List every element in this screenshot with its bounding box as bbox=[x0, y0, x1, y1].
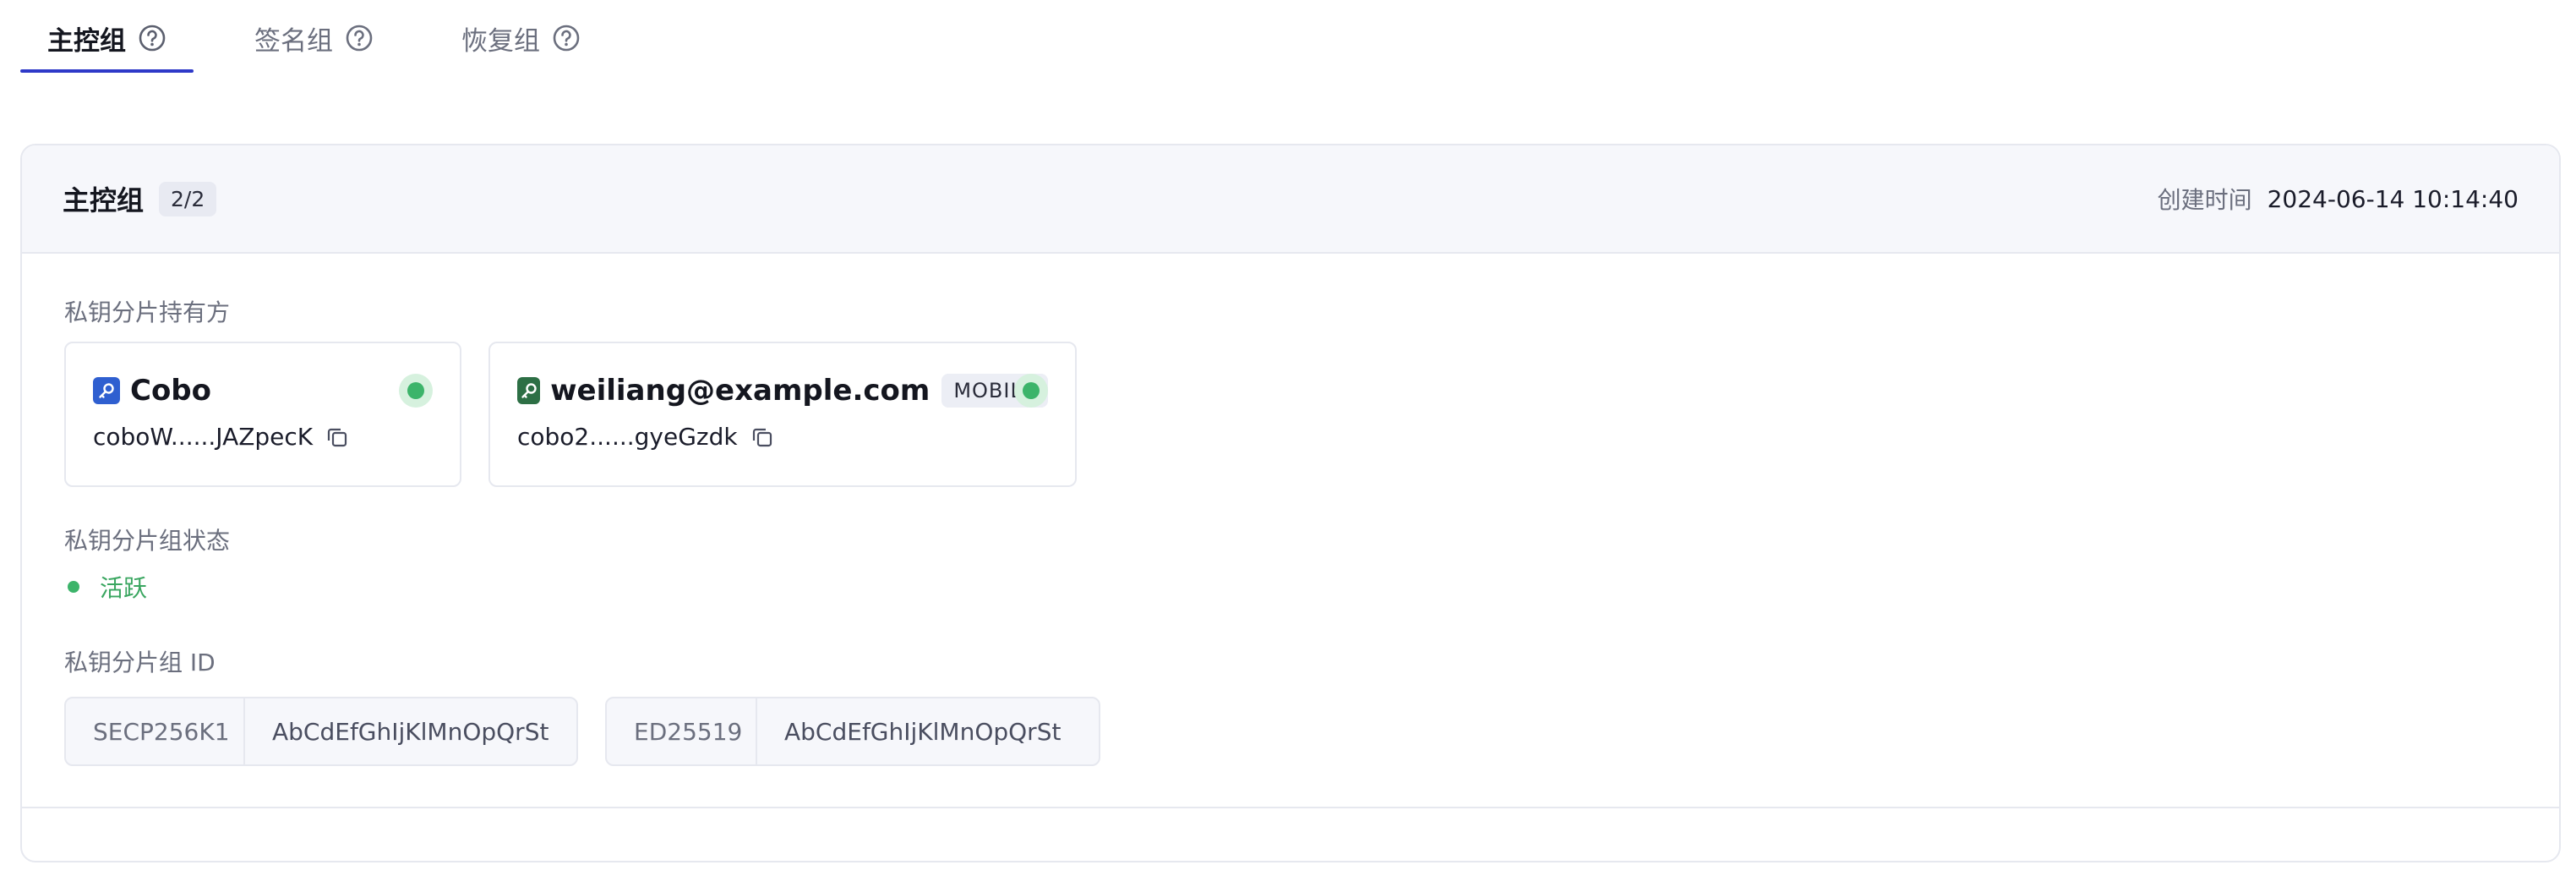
copy-icon[interactable] bbox=[750, 424, 775, 450]
state-value: 活跃 bbox=[64, 570, 147, 604]
group-tabs: 主控组 签名组 恢复组 bbox=[20, 0, 608, 76]
holder-card: Cobo coboW......JAZpecK bbox=[64, 342, 461, 487]
copy-icon[interactable] bbox=[325, 424, 350, 450]
holder-name: Cobo bbox=[130, 374, 212, 408]
tab-main-group[interactable]: 主控组 bbox=[20, 0, 194, 76]
tab-label: 签名组 bbox=[254, 25, 333, 57]
online-status-icon bbox=[399, 374, 433, 408]
holders-label: 私钥分片持有方 bbox=[64, 298, 231, 326]
tab-label: 恢复组 bbox=[461, 25, 540, 57]
group-card: 主控组 2/2 创建时间 2024-06-14 10:14:40 私钥分片持有方… bbox=[20, 144, 2561, 862]
status-dot-icon bbox=[68, 581, 79, 593]
help-icon[interactable] bbox=[552, 24, 581, 52]
help-icon[interactable] bbox=[138, 24, 166, 52]
id-item: ED25519 AbCdEfGhIjKlMnOpQrSt bbox=[605, 697, 1100, 766]
help-icon[interactable] bbox=[345, 24, 374, 52]
group-title: 主控组 bbox=[63, 184, 145, 216]
created-value: 2024-06-14 10:14:40 bbox=[2267, 184, 2519, 213]
online-status-icon bbox=[1014, 374, 1048, 408]
id-list: SECP256K1 AbCdEfGhIjKlMnOpQrSt ED25519 A… bbox=[64, 697, 1127, 766]
created-time: 创建时间 2024-06-14 10:14:40 bbox=[2158, 182, 2519, 216]
state-text: 活跃 bbox=[100, 574, 148, 602]
created-label: 创建时间 bbox=[2157, 186, 2252, 214]
holder-address: coboW......JAZpecK bbox=[93, 423, 314, 451]
card-header: 主控组 2/2 创建时间 2024-06-14 10:14:40 bbox=[22, 145, 2559, 254]
divider bbox=[22, 807, 2559, 808]
holder-address: cobo2......gyeGzdk bbox=[517, 423, 738, 451]
key-icon bbox=[517, 377, 541, 404]
id-curve: SECP256K1 bbox=[66, 698, 245, 764]
count-badge: 2/2 bbox=[159, 181, 217, 216]
holder-name: weiliang@example.com bbox=[550, 374, 931, 408]
tab-sign-group[interactable]: 签名组 bbox=[227, 0, 401, 76]
holder-card: weiliang@example.com MOBILE cobo2......g… bbox=[488, 342, 1077, 487]
id-item: SECP256K1 AbCdEfGhIjKlMnOpQrSt bbox=[64, 697, 578, 766]
holders-list: Cobo coboW......JAZpecK weiliang@example… bbox=[64, 342, 1104, 487]
id-value[interactable]: AbCdEfGhIjKlMnOpQrSt bbox=[245, 698, 576, 764]
key-icon bbox=[93, 377, 120, 404]
state-label: 私钥分片组状态 bbox=[64, 527, 231, 555]
tab-label: 主控组 bbox=[47, 25, 126, 57]
tab-recovery-group[interactable]: 恢复组 bbox=[434, 0, 608, 76]
id-value[interactable]: AbCdEfGhIjKlMnOpQrSt bbox=[757, 698, 1088, 764]
id-curve: ED25519 bbox=[607, 698, 757, 764]
id-label: 私钥分片组 ID bbox=[64, 649, 216, 676]
